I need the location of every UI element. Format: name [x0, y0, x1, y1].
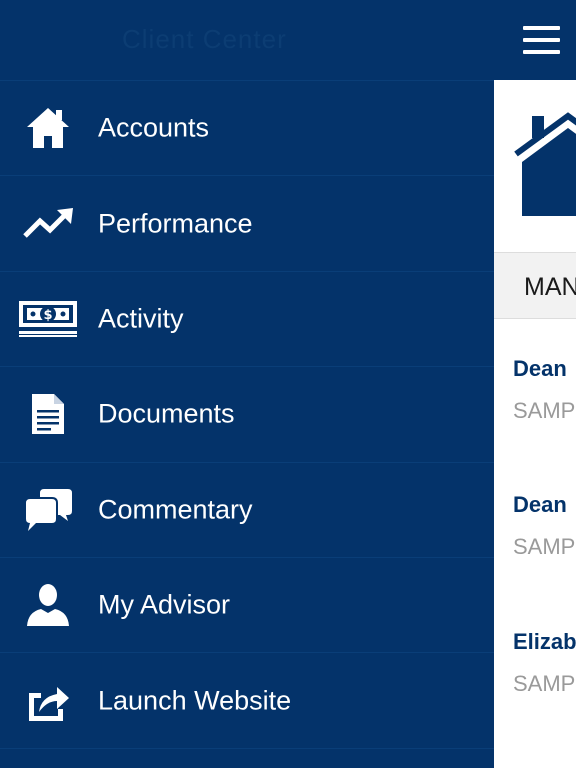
- document-icon: [18, 388, 78, 440]
- section-title: MAN: [524, 273, 576, 301]
- menu-item-label: Launch Website: [98, 685, 292, 716]
- drawer-header: Client Center: [0, 0, 494, 81]
- account-row[interactable]: Elizab SAMP: [513, 629, 576, 697]
- account-subtitle: SAMP: [513, 398, 576, 423]
- account-subtitle: SAMP: [513, 534, 576, 559]
- menu-item-commentary[interactable]: Commentary: [0, 463, 494, 558]
- hamburger-icon[interactable]: [523, 26, 560, 54]
- menu-item-documents[interactable]: Documents: [0, 367, 494, 463]
- account-name: Elizab: [513, 629, 576, 654]
- account-subtitle: SAMP: [513, 671, 576, 696]
- menu-item-my-advisor[interactable]: My Advisor: [0, 558, 494, 654]
- menu-item-label: Commentary: [98, 494, 253, 525]
- menu-item-activity[interactable]: $ Activity: [0, 272, 494, 368]
- person-icon: [18, 579, 78, 631]
- menu-item-accounts[interactable]: Accounts: [0, 81, 494, 177]
- menu-item-label: Documents: [98, 398, 235, 429]
- menu-item-label: My Advisor: [98, 589, 231, 620]
- home-icon: [512, 112, 576, 223]
- chat-bubbles-icon: [18, 484, 78, 536]
- menu-item-label: Performance: [98, 208, 253, 239]
- svg-text:$: $: [43, 308, 52, 323]
- money-icon: $: [18, 293, 78, 345]
- menu-item-label: Activity: [98, 303, 184, 334]
- account-row[interactable]: Dean SAMP: [513, 492, 576, 560]
- main-content: MAN Dean SAMP Dean SAMP Elizab SAMP: [494, 0, 576, 768]
- section-header: MAN: [494, 252, 576, 319]
- home-icon: [18, 102, 78, 154]
- external-link-icon: [18, 675, 78, 727]
- menu-item-launch-website[interactable]: Launch Website: [0, 653, 494, 749]
- drawer-menu: Accounts Performance $ Activity Document…: [0, 81, 494, 749]
- account-name: Dean: [513, 356, 567, 381]
- top-bar: [494, 0, 576, 80]
- drawer-title: Client Center: [122, 24, 287, 54]
- account-name: Dean: [513, 492, 567, 517]
- trend-up-icon: [18, 198, 78, 250]
- menu-item-performance[interactable]: Performance: [0, 176, 494, 272]
- menu-item-label: Accounts: [98, 112, 210, 143]
- navigation-drawer: Client Center Accounts Performance $ Act…: [0, 0, 494, 768]
- account-row[interactable]: Dean SAMP: [513, 356, 576, 424]
